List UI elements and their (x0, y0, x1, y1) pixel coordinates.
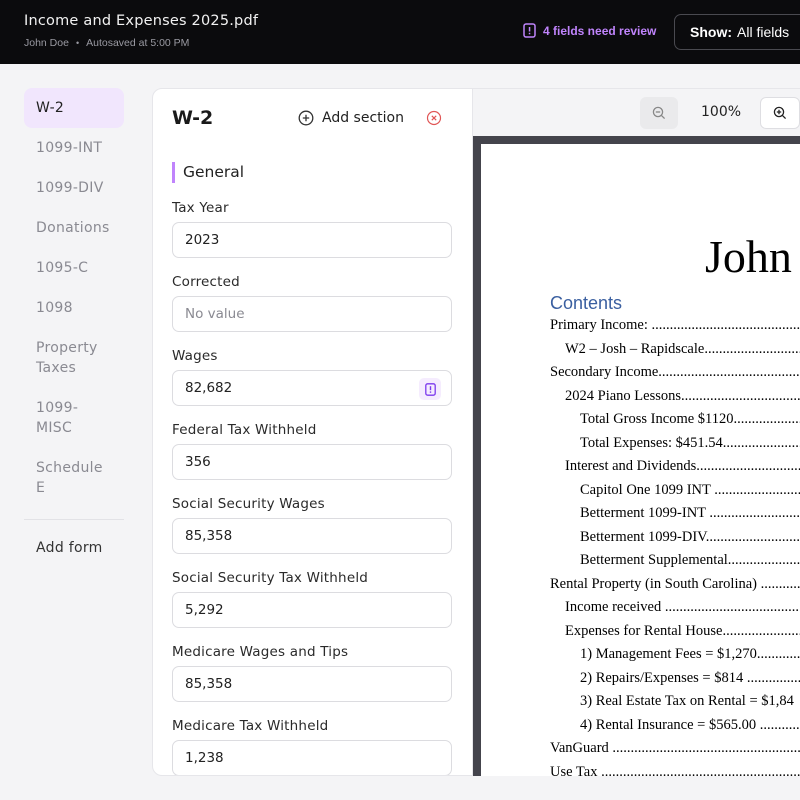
toc-line: 2) Repairs/Expenses = $814 .............… (580, 669, 800, 686)
corrected-label: Corrected (172, 274, 240, 290)
sidebar-divider (24, 519, 124, 520)
toc-line: VanGuard ...............................… (550, 740, 800, 756)
federal-tax-withheld-label: Federal Tax Withheld (172, 422, 317, 438)
toc-line: Betterment Supplemental.................… (580, 552, 800, 568)
tax-year-label: Tax Year (172, 200, 229, 216)
toc-line: Total Gross Income $1120................… (580, 411, 800, 427)
toc-line: Total Expenses: $451.54.................… (580, 434, 800, 451)
separator-dot: • (75, 38, 80, 48)
wages-field[interactable]: 82,682 (172, 370, 452, 406)
sidebar-item-1095-c[interactable]: 1095-C (24, 248, 124, 288)
show-filter-dropdown[interactable]: Show: All fields (674, 14, 800, 50)
toc-line: Use Tax ................................… (550, 763, 800, 777)
wages-value: 82,682 (185, 380, 233, 396)
sidebar-item-1098[interactable]: 1098 (24, 288, 124, 328)
medicare-tax-withheld-field[interactable]: 1,238 (172, 740, 452, 775)
toc-line: 3) Real Estate Tax on Rental = $1,84 (580, 693, 794, 709)
review-fields-link[interactable]: 4 fields need review (523, 23, 656, 38)
form-sidebar: W-2 1099-INT 1099-DIV Donations 1095-C 1… (24, 88, 124, 566)
wages-label: Wages (172, 348, 218, 364)
sidebar-item-1099-int[interactable]: 1099-INT (24, 128, 124, 168)
plus-circle-icon (298, 110, 314, 126)
document-title: Income and Expenses 2025.pdf (24, 13, 259, 29)
toc-line: 1) Management Fees = $1,270.............… (580, 646, 800, 662)
toc-line: Capitol One 1099 INT ...................… (580, 481, 800, 498)
section-heading-general: General (172, 162, 244, 183)
add-section-label: Add section (322, 110, 404, 126)
toc-line: 4) Rental Insurance = $565.00 ..........… (580, 716, 800, 733)
review-warning-icon (523, 23, 536, 38)
pdf-page-heading: John (705, 231, 792, 282)
toc-line: W2 – Josh – Rapidscale..................… (565, 340, 800, 357)
close-form-icon[interactable] (426, 110, 442, 126)
social-security-tax-withheld-field[interactable]: 5,292 (172, 592, 452, 628)
pdf-frame: John Contents Primary Income: ..........… (473, 136, 800, 776)
review-text: 4 fields need review (543, 23, 657, 38)
zoom-out-button[interactable] (640, 97, 678, 129)
sidebar-item-1099-div[interactable]: 1099-DIV (24, 168, 124, 208)
toc-line: Secondary Income........................… (550, 364, 800, 380)
corrected-field[interactable]: No value (172, 296, 452, 332)
autosave-status: Autosaved at 5:00 PM (86, 37, 190, 49)
sidebar-item-donations[interactable]: Donations (24, 208, 124, 248)
federal-tax-withheld-field[interactable]: 356 (172, 444, 452, 480)
pdf-table-of-contents: Primary Income: ........................… (550, 314, 800, 776)
tax-year-field[interactable]: 2023 (172, 222, 452, 258)
add-section-button[interactable]: Add section (298, 110, 404, 126)
toc-line: Betterment 1099-INT ....................… (580, 505, 800, 521)
needs-review-icon[interactable] (419, 378, 441, 400)
medicare-wages-field[interactable]: 85,358 (172, 666, 452, 702)
toc-line: Primary Income: ........................… (550, 317, 800, 333)
sidebar-item-1099-misc[interactable]: 1099-MISC (24, 388, 124, 448)
add-form-button[interactable]: Add form (24, 530, 124, 566)
social-security-wages-field[interactable]: 85,358 (172, 518, 452, 554)
document-meta: John Doe • Autosaved at 5:00 PM (24, 37, 189, 49)
form-panel: W-2 Add section General Tax Year 2023 Co… (152, 88, 473, 776)
zoom-level: 100% (701, 104, 742, 120)
social-security-tax-withheld-label: Social Security Tax Withheld (172, 570, 369, 586)
medicare-wages-label: Medicare Wages and Tips (172, 644, 349, 660)
form-title: W-2 (172, 107, 214, 129)
sidebar-item-schedule-e[interactable]: Schedule E (24, 448, 124, 508)
pdf-page: John Contents Primary Income: ..........… (481, 144, 800, 776)
social-security-wages-label: Social Security Wages (172, 496, 325, 512)
zoom-in-button[interactable] (760, 97, 800, 129)
toc-line: 2024 Piano Lessons......................… (565, 387, 800, 404)
toc-line: Expenses for Rental House...............… (565, 622, 800, 639)
sidebar-item-property-taxes[interactable]: Property Taxes (24, 328, 124, 388)
top-bar: Income and Expenses 2025.pdf John Doe • … (0, 0, 800, 64)
toc-line: Interest and Dividends..................… (565, 458, 800, 474)
toc-line: Rental Property (in South Carolina) ....… (550, 575, 800, 592)
medicare-tax-withheld-label: Medicare Tax Withheld (172, 718, 329, 734)
toc-line: Income received ........................… (565, 599, 800, 615)
pdf-viewer: 100% John Contents Primary Income: .....… (473, 88, 800, 776)
sidebar-item-w2[interactable]: W-2 (24, 88, 124, 128)
zoom-in-icon (773, 106, 787, 120)
show-label: Show: (690, 24, 732, 40)
pdf-contents-title: Contents (550, 293, 623, 313)
show-value: All fields (737, 24, 790, 40)
toc-line: Betterment 1099-DIV.....................… (580, 528, 800, 545)
user-name: John Doe (24, 37, 69, 49)
zoom-out-icon (652, 106, 666, 120)
